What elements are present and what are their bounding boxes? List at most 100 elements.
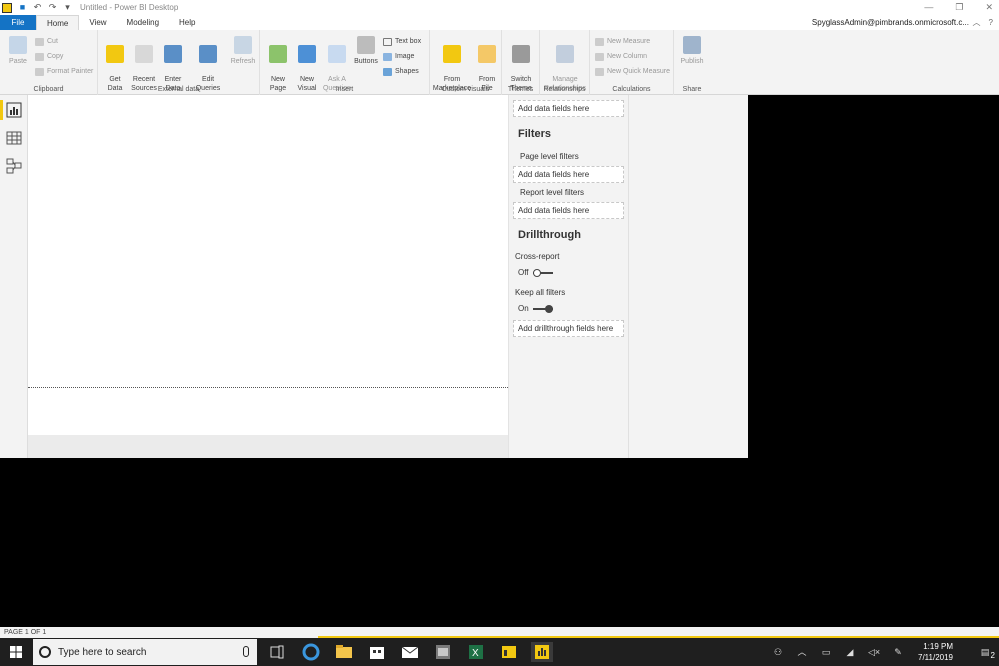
report-level-filter-well[interactable]: Add data fields here [513,202,624,219]
taskbar-search-box[interactable]: Type here to search [33,639,257,665]
page-level-filter-well[interactable]: Add data fields here [513,166,624,183]
visual-level-filter-well[interactable]: Add data fields here [513,100,624,117]
image-label: Image [395,53,415,60]
edit-queries-button[interactable]: Edit Queries [193,36,223,93]
new-column-button[interactable]: New Column [595,52,647,61]
signed-in-user[interactable]: SpyglassAdmin@pimbrands.onmicrosoft.c... [812,15,969,30]
close-icon[interactable]: ✕ [985,0,993,15]
toggle-off-icon [532,268,553,277]
calculations-group: New Measure New Column New Quick Measure… [590,30,674,95]
power-bi-taskbar-icon[interactable] [531,642,553,662]
clipboard-group: Paste Cut Copy Format Painter Clipboard [0,30,98,95]
cut-button[interactable]: Cut [35,37,58,46]
people-icon[interactable]: ⚇ [772,647,784,657]
pen-workspace-icon[interactable]: ✎ [892,647,904,657]
new-measure-button[interactable]: New Measure [595,37,650,46]
tab-home[interactable]: Home [36,15,80,30]
from-file-button[interactable]: From File [474,36,500,93]
data-view-icon[interactable] [6,130,22,146]
paste-button[interactable]: Paste [5,36,31,66]
format-painter-button[interactable]: Format Painter [35,67,93,76]
clock-date: 7/11/2019 [918,653,953,662]
publish-button[interactable]: Publish [677,36,707,66]
enter-data-button[interactable]: Enter Data [160,36,186,93]
mail-icon[interactable] [399,642,421,662]
taskbar-clock[interactable]: 1:19 PM 7/11/2019 [918,641,953,663]
refresh-label: Refresh [230,58,256,65]
microphone-icon[interactable] [243,646,249,657]
window-title: Untitled - Power BI Desktop [80,3,179,12]
power-bi-window: ■ ↶ ↷ ▾ Untitled - Power BI Desktop — ❐ … [0,0,999,666]
cortana-icon [39,646,51,658]
save-icon[interactable]: ■ [18,3,27,12]
report-view-icon[interactable] [6,102,22,118]
new-page-button[interactable]: New Page [264,36,292,93]
new-measure-label: New Measure [607,38,651,45]
shapes-button[interactable]: Shapes [383,67,419,76]
edge-browser-icon[interactable] [300,642,322,662]
recent-sources-button[interactable]: Recent Sources [129,36,159,93]
minimize-icon[interactable]: — [924,0,933,15]
tab-modeling[interactable]: Modeling [117,15,169,30]
cross-report-label: Cross-report [515,252,560,261]
collapse-ribbon-icon[interactable]: ︿ [973,15,981,30]
report-level-filters-label: Report level filters [520,188,585,197]
network-icon[interactable]: ◢ [844,647,856,657]
cross-report-toggle[interactable]: Off [518,268,553,277]
excel-icon[interactable]: X [465,642,487,662]
ask-question-button[interactable]: Ask A Question [322,36,352,93]
sql-tool-icon[interactable] [432,642,454,662]
tab-file[interactable]: File [0,15,36,30]
quick-access-dropdown-icon[interactable]: ▾ [63,3,72,12]
restore-icon[interactable]: ❐ [955,0,963,15]
publish-icon [683,36,701,54]
switch-theme-button[interactable]: Switch Theme [505,36,537,93]
copy-button[interactable]: Copy [35,52,63,61]
button-icon [357,36,375,54]
marketplace-icon [443,45,461,63]
file-explorer-icon[interactable] [333,642,355,662]
database-icon [106,45,124,63]
drillthrough-fields-well[interactable]: Add drillthrough fields here [513,320,624,337]
help-icon[interactable]: ? [989,15,993,30]
tab-view[interactable]: View [79,15,116,30]
volume-icon[interactable]: ◁× [868,647,880,657]
paste-label: Paste [9,58,27,65]
power-bi-gateway-icon[interactable] [498,642,520,662]
image-button[interactable]: Image [383,52,414,61]
get-data-button[interactable]: Get Data [102,36,128,93]
new-quick-measure-button[interactable]: New Quick Measure [595,67,670,76]
copy-icon [35,52,44,61]
action-center-icon[interactable]: ▤ 2 [979,647,995,660]
new-page-icon [269,45,287,63]
new-visual-button[interactable]: New Visual [293,36,321,93]
bar-chart-icon [298,45,316,63]
store-icon[interactable] [366,642,388,662]
undo-icon[interactable]: ↶ [33,3,42,12]
image-icon [383,52,392,61]
text-box-button[interactable]: Text box [383,37,421,46]
tab-help[interactable]: Help [169,15,205,30]
model-view-icon[interactable] [6,158,22,174]
system-tray: ⚇ ︿ ▭ ◢ ◁× ✎ 1:19 PM 7/11/2019 ▤ 2 [766,638,999,666]
keep-all-filters-toggle[interactable]: On [518,304,553,313]
ribbon: Paste Cut Copy Format Painter Clipboard … [0,30,999,95]
refresh-button[interactable]: Refresh [228,36,258,66]
battery-icon[interactable]: ▭ [820,647,832,657]
cross-report-state: Off [518,268,529,277]
share-group-label: Share [682,86,702,93]
manage-relationships-button[interactable]: Manage Relationships [541,36,589,93]
report-canvas[interactable] [28,95,508,435]
from-marketplace-button[interactable]: From Marketplace [432,36,472,93]
show-hidden-icons-icon[interactable]: ︿ [796,647,808,657]
fields-pane [628,95,748,458]
relationships-group: Manage Relationships Relationships [540,30,590,95]
view-switcher-rail [0,95,28,458]
scissors-icon [35,37,44,46]
windows-start-icon[interactable] [10,646,22,658]
buttons-button[interactable]: Buttons [352,36,380,66]
redo-icon[interactable]: ↷ [48,3,57,12]
svg-text:X: X [472,648,479,659]
task-view-icon[interactable] [266,642,288,662]
paste-icon [9,36,27,54]
